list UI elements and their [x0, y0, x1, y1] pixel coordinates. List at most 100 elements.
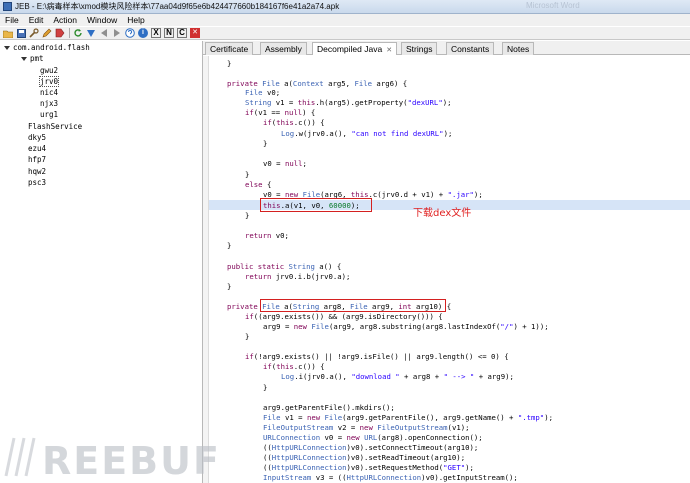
comment-button[interactable]: C	[177, 28, 187, 38]
menu-file[interactable]: File	[0, 15, 24, 25]
tree-node-dky5[interactable]: dky5	[28, 133, 46, 142]
tree-node-jrv0[interactable]: jrv0	[38, 76, 60, 87]
app-icon	[3, 2, 12, 11]
refresh-icon[interactable]	[73, 28, 83, 38]
tree-label: njx3	[40, 99, 59, 108]
tree-node-nic4[interactable]: nic4	[40, 88, 58, 97]
tab-label: Certificate	[210, 44, 249, 54]
code-line: else {	[245, 180, 272, 189]
code-line: v0 = null;	[263, 159, 307, 168]
tree-node-gwu2[interactable]: gwu2	[40, 66, 58, 75]
help-icon[interactable]	[125, 28, 135, 38]
code-line: ((HttpURLConnection)v0).setRequestMethod…	[263, 463, 474, 472]
code-line: Log.i(jrv0.a(), "download " + arg8 + " -…	[281, 372, 514, 381]
code-line: if(this.c()) {	[263, 362, 325, 371]
code-line: }	[245, 332, 250, 341]
forward-icon[interactable]	[112, 28, 122, 38]
code-line: return jrv0.i.b(jrv0.a);	[245, 272, 351, 281]
tree-node-pmt[interactable]: pmt	[21, 54, 44, 63]
tree-node-ezu4[interactable]: ezu4	[28, 144, 46, 153]
back-icon[interactable]	[99, 28, 109, 38]
tree-label-selected: jrv0	[38, 76, 60, 87]
code-line: if(this.c()) {	[263, 118, 325, 127]
tab-notes[interactable]: Notes	[502, 42, 535, 55]
menu-edit[interactable]: Edit	[24, 15, 49, 25]
tab-label: Notes	[507, 44, 530, 54]
window-title: JEB - E:\病毒样本\xmod模块风险样本\77aa04d9f65e6b4…	[15, 2, 340, 11]
tree-label: nic4	[40, 88, 59, 97]
code-line: arg9.getParentFile().mkdirs();	[263, 403, 395, 412]
tab-label: Decompiled Java	[317, 44, 383, 54]
editor-gutter	[203, 56, 209, 483]
code-line: String v1 = this.h(arg5).getProperty("de…	[245, 98, 452, 107]
tag-icon[interactable]	[55, 28, 65, 38]
save-icon[interactable]	[16, 28, 26, 38]
tree-node-flashservice[interactable]: FlashService	[28, 122, 82, 131]
expand-triangle-icon	[4, 45, 10, 50]
tab-close-icon[interactable]: ✕	[386, 47, 392, 54]
close-icon[interactable]: ✕	[190, 28, 200, 38]
code-line: }	[245, 211, 250, 220]
tab-strings[interactable]: Strings	[401, 42, 438, 55]
tree-label: gwu2	[40, 66, 59, 75]
background-window-title: Microsoft Word	[526, 1, 580, 10]
code-line: return v0;	[245, 231, 289, 240]
code-line: public static String a() {	[227, 262, 342, 271]
toolbar-separator	[69, 28, 70, 38]
code-editor[interactable]: } private File a(Context arg5, File arg6…	[203, 56, 690, 483]
tree-label: dky5	[28, 133, 47, 142]
title-bar: JEB - E:\病毒样本\xmod模块风险样本\77aa04d9f65e6b4…	[0, 0, 690, 14]
tree-node-psc3[interactable]: psc3	[28, 178, 46, 187]
tree-node-urg1[interactable]: urg1	[40, 110, 58, 119]
tab-certificate[interactable]: Certificate	[205, 42, 254, 55]
menu-help[interactable]: Help	[122, 15, 149, 25]
code-line: File v1 = new File(arg9.getParentFile(),…	[263, 413, 553, 422]
code-line: if(!arg9.exists() || !arg9.isFile() || a…	[245, 352, 509, 361]
code-line: }	[263, 383, 268, 392]
rename-button[interactable]: N	[164, 28, 174, 38]
tree-node-njx3[interactable]: njx3	[40, 99, 58, 108]
code-line: }	[227, 282, 232, 291]
code-line: File v0;	[245, 88, 281, 97]
open-file-icon[interactable]	[3, 28, 13, 38]
code-line: Log.w(jrv0.a(), "can not find dexURL");	[281, 129, 453, 138]
tree-label: com.android.flash	[13, 43, 90, 52]
code-line: }	[227, 241, 232, 250]
code-line: }	[263, 139, 268, 148]
tree-node-root[interactable]: com.android.flash	[4, 43, 90, 52]
tree-node-hqw2[interactable]: hqw2	[28, 167, 46, 176]
tab-constants[interactable]: Constants	[446, 42, 495, 55]
code-line: arg9 = new File(arg9, arg8.substring(arg…	[263, 322, 549, 331]
menu-window[interactable]: Window	[82, 15, 122, 25]
code-line: ((HttpURLConnection)v0).setReadTimeout(a…	[263, 453, 466, 462]
tab-label: Constants	[451, 44, 490, 54]
highlight-box-method-signature	[260, 299, 446, 312]
code-line: if((arg9.exists()) && (arg9.isDirectory(…	[245, 312, 443, 321]
tree-node-hfp7[interactable]: hfp7	[28, 155, 46, 164]
tree-label: ezu4	[28, 144, 47, 153]
tree-label: urg1	[40, 110, 59, 119]
tab-decompiled-java[interactable]: Decompiled Java ✕	[312, 42, 398, 55]
tab-label: Assembly	[265, 44, 302, 54]
edit-icon[interactable]	[42, 28, 52, 38]
tree-label: hfp7	[28, 155, 47, 164]
tree-label: pmt	[30, 54, 44, 63]
tab-assembly[interactable]: Assembly	[260, 42, 307, 55]
annotation-download-dex: 下载dex文件	[413, 208, 472, 219]
info-icon[interactable]: i	[138, 28, 148, 38]
menu-bar: File Edit Action Window Help	[0, 14, 690, 26]
highlight-box-download-call	[260, 198, 372, 212]
wrench-icon[interactable]	[29, 28, 39, 38]
code-line: }	[227, 59, 232, 68]
tree-label: FlashService	[28, 122, 83, 131]
code-line: FileOutputStream v2 = new FileOutputStre…	[263, 423, 470, 432]
code-line: ((HttpURLConnection)v0).setConnectTimeou…	[263, 443, 479, 452]
code-line: }	[245, 170, 250, 179]
code-line: InputStream v3 = ((HttpURLConnection)v0)…	[263, 473, 518, 482]
package-tree: com.android.flash pmt gwu2 jrv0 nic4 njx…	[0, 41, 203, 483]
menu-action[interactable]: Action	[48, 15, 82, 25]
navigate-down-icon[interactable]	[86, 28, 96, 38]
xref-button[interactable]: X	[151, 28, 161, 38]
code-line: if(v1 == null) {	[245, 108, 316, 117]
toolbar: i X N C ✕	[0, 27, 690, 40]
